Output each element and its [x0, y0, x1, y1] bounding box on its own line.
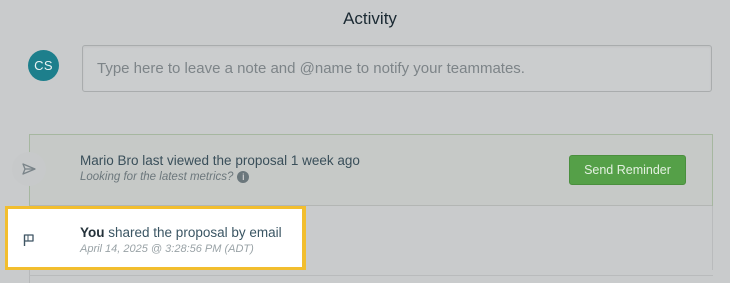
activity-title: Activity: [343, 9, 397, 28]
metrics-hint-text: Looking for the latest metrics?: [80, 171, 234, 183]
divider: [29, 275, 306, 276]
shared-actor: You: [80, 225, 105, 240]
send-icon: [12, 152, 46, 186]
highlight-border: [302, 206, 306, 270]
note-input[interactable]: [82, 45, 712, 92]
flag-icon: [12, 223, 46, 257]
shared-event-row: [306, 206, 713, 270]
shared-message: You shared the proposal by email: [80, 225, 282, 240]
shared-event-text: You shared the proposal by email April 1…: [80, 225, 282, 255]
metrics-hint: Looking for the latest metrics? i: [80, 171, 360, 183]
shared-timestamp: April 14, 2025 @ 3:28:56 PM (ADT): [80, 243, 254, 255]
divider: [306, 275, 713, 276]
last-viewed-text: Mario Bro last viewed the proposal 1 wee…: [80, 153, 360, 183]
shared-action: shared the proposal by email: [108, 225, 282, 240]
send-reminder-button[interactable]: Send Reminder: [569, 155, 686, 185]
avatar: CS: [28, 50, 59, 81]
last-viewed-message: Mario Bro last viewed the proposal 1 wee…: [80, 153, 360, 168]
activity-page: Activity CS Mario Bro last viewed the pr…: [0, 0, 730, 283]
info-icon[interactable]: i: [237, 171, 250, 183]
